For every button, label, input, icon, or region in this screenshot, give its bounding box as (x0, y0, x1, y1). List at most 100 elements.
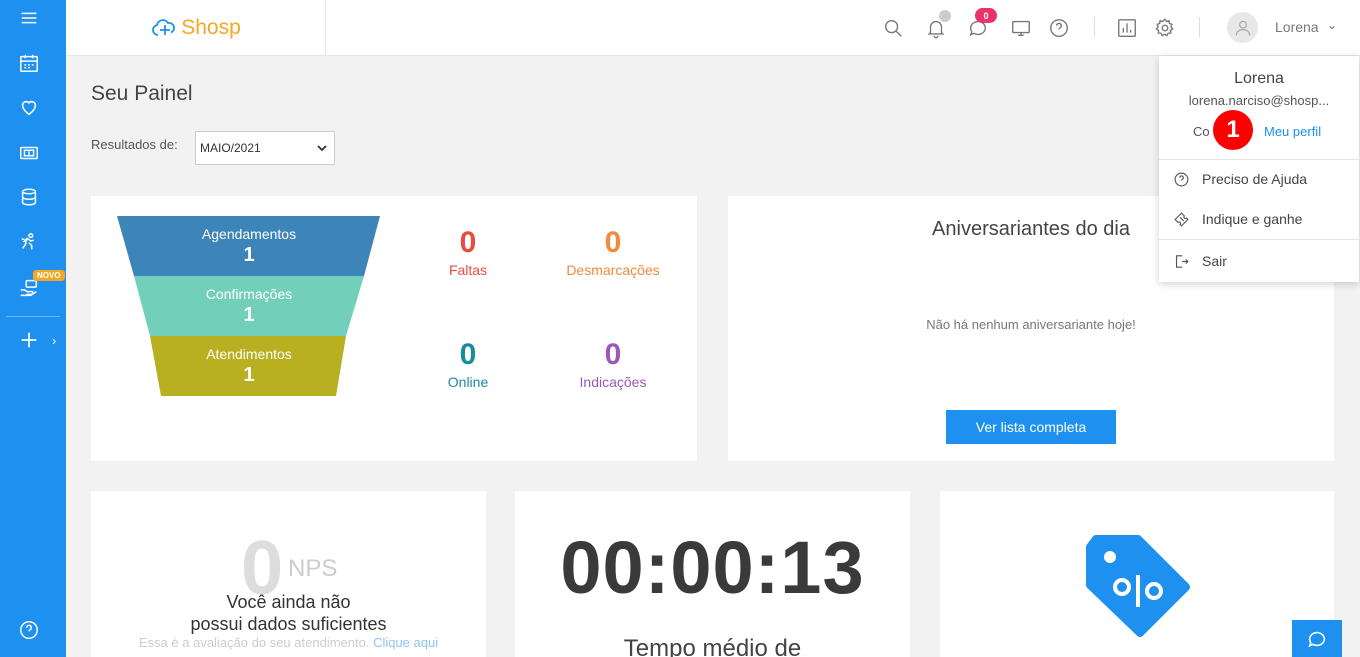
chat-widget-button[interactable] (1292, 620, 1342, 657)
stat-label: Faltas (448, 262, 488, 278)
discount-tag-icon (1086, 535, 1190, 637)
sidebar-item-add[interactable] (0, 322, 58, 358)
settings-button[interactable] (1152, 14, 1178, 42)
stat-value: 0 (459, 338, 477, 371)
bar-chart-icon (1118, 19, 1136, 37)
cloud-logo-icon (152, 19, 176, 36)
calendar-icon (20, 54, 38, 72)
average-time-card: 00:00:13 Tempo médio de (515, 491, 910, 657)
sidebar-item-health[interactable] (0, 89, 58, 125)
funnel-value: 1 (243, 244, 255, 266)
database-icon (21, 188, 37, 206)
view-full-list-button[interactable]: Ver lista completa (946, 410, 1116, 444)
question-icon (1050, 19, 1068, 37)
month-select[interactable]: MAIO/2021 (195, 131, 335, 165)
average-time-label: Tempo médio de (623, 635, 802, 657)
help-icon (20, 621, 38, 639)
notification-dot (939, 10, 951, 22)
nps-sub-text: Essa é a avaliação do seu atendimento. C… (91, 635, 486, 650)
menu-item-label: Indique e ganhe (1202, 211, 1303, 227)
stat-label: Desmarcações (566, 262, 660, 278)
stat-online[interactable]: 0 Online (398, 338, 538, 390)
funnel-value: 1 (243, 364, 255, 386)
ticket-icon (1174, 211, 1189, 227)
menu-icon (21, 12, 37, 24)
sidebar-item-calendar[interactable] (0, 45, 58, 81)
funnel-card: Agendamentos 1 Confirmações 1 Atendiment… (91, 196, 697, 461)
reports-button[interactable] (1114, 14, 1140, 42)
user-name[interactable]: Lorena (1275, 19, 1319, 35)
stat-indicacoes[interactable]: 0 Indicações (543, 338, 683, 390)
stat-desmarcacoes[interactable]: 0 Desmarcações (543, 226, 683, 278)
sidebar-divider (6, 316, 60, 317)
user-dropdown: Lorena lorena.narciso@shosp... Co Meu pe… (1159, 56, 1359, 282)
dropdown-user-email: lorena.narciso@shosp... (1188, 93, 1330, 108)
chevron-down-icon[interactable]: ⌄ (1327, 18, 1337, 32)
sidebar-item-activities[interactable] (0, 224, 58, 260)
stat-label: Indicações (579, 374, 647, 390)
monitor-icon (1012, 20, 1030, 37)
header-divider (1094, 17, 1095, 37)
my-profile-link[interactable]: Meu perfil (1264, 124, 1321, 139)
novo-badge: NOVO (33, 270, 65, 281)
birthdays-empty-text: Não há nenhum aniversariante hoje! (926, 317, 1136, 332)
monitor-button[interactable] (1008, 14, 1034, 42)
appointments-funnel: Agendamentos 1 Confirmações 1 Atendiment… (117, 216, 381, 396)
sidebar-item-finance[interactable] (0, 135, 58, 171)
refer-menu-item[interactable]: Indique e ganhe (1159, 201, 1359, 237)
funnel-label: Agendamentos (201, 226, 297, 242)
chat-icon (1308, 631, 1326, 647)
menu-item-label: Sair (1202, 253, 1227, 269)
month-select-value: MAIO/2021 (200, 141, 261, 155)
nps-sub-description: Essa é a avaliação do seu atendimento. (138, 635, 370, 650)
account-link[interactable]: Co (1193, 124, 1210, 139)
menu-item-label: Preciso de Ajuda (1202, 171, 1308, 187)
funnel-label: Atendimentos (206, 346, 292, 362)
messages-badge: 0 (975, 8, 997, 23)
sidebar-item-database[interactable] (0, 179, 58, 215)
step-marker: 1 (1213, 110, 1253, 150)
heart-icon (21, 100, 37, 116)
logout-icon (1175, 254, 1189, 268)
dropdown-divider (1159, 159, 1359, 160)
sidebar-item-help[interactable] (0, 612, 58, 648)
page-title: Seu Painel (91, 82, 193, 105)
stat-faltas[interactable]: 0 Faltas (398, 226, 538, 278)
sidebar: NOVO › (0, 0, 66, 657)
chevron-right-icon[interactable]: › (52, 333, 56, 348)
logo-text: Shosp (181, 16, 241, 39)
menu-toggle[interactable] (0, 0, 58, 36)
search-button[interactable] (880, 14, 906, 42)
plus-icon (21, 332, 37, 348)
logo[interactable]: Shosp (66, 0, 326, 56)
help-circle-icon (1174, 172, 1189, 186)
nps-message-line: possui dados suficientes (190, 614, 387, 634)
user-icon (1235, 20, 1250, 36)
filter-label: Resultados de: (91, 137, 178, 152)
search-icon (884, 19, 902, 37)
stat-value: 0 (604, 338, 622, 371)
stat-value: 0 (604, 226, 622, 259)
avatar[interactable] (1227, 12, 1258, 43)
nps-click-here-link[interactable]: Clique aqui (373, 635, 438, 650)
nps-message: Você ainda não possui dados suficientes (91, 591, 486, 635)
funnel-value: 1 (243, 304, 255, 326)
header-divider (1199, 17, 1200, 37)
gear-icon (1155, 18, 1174, 37)
nps-card: 0 NPS Você ainda não possui dados sufici… (91, 491, 486, 657)
dropdown-user-name: Lorena (1234, 70, 1284, 87)
help-menu-item[interactable]: Preciso de Ajuda (1159, 161, 1359, 197)
money-icon (20, 146, 38, 160)
stat-value: 0 (459, 226, 477, 259)
funnel-label: Confirmações (205, 286, 293, 302)
stat-label: Online (447, 374, 489, 390)
help-button[interactable] (1046, 14, 1072, 42)
chevron-down-icon (317, 145, 327, 152)
nps-message-line: Você ainda não (226, 592, 351, 612)
average-time-value: 00:00:13 (560, 526, 865, 609)
dropdown-divider (1159, 239, 1359, 240)
promotion-card (940, 491, 1334, 657)
nps-label: NPS (288, 555, 338, 582)
logout-menu-item[interactable]: Sair (1159, 243, 1359, 279)
running-icon (21, 233, 34, 250)
